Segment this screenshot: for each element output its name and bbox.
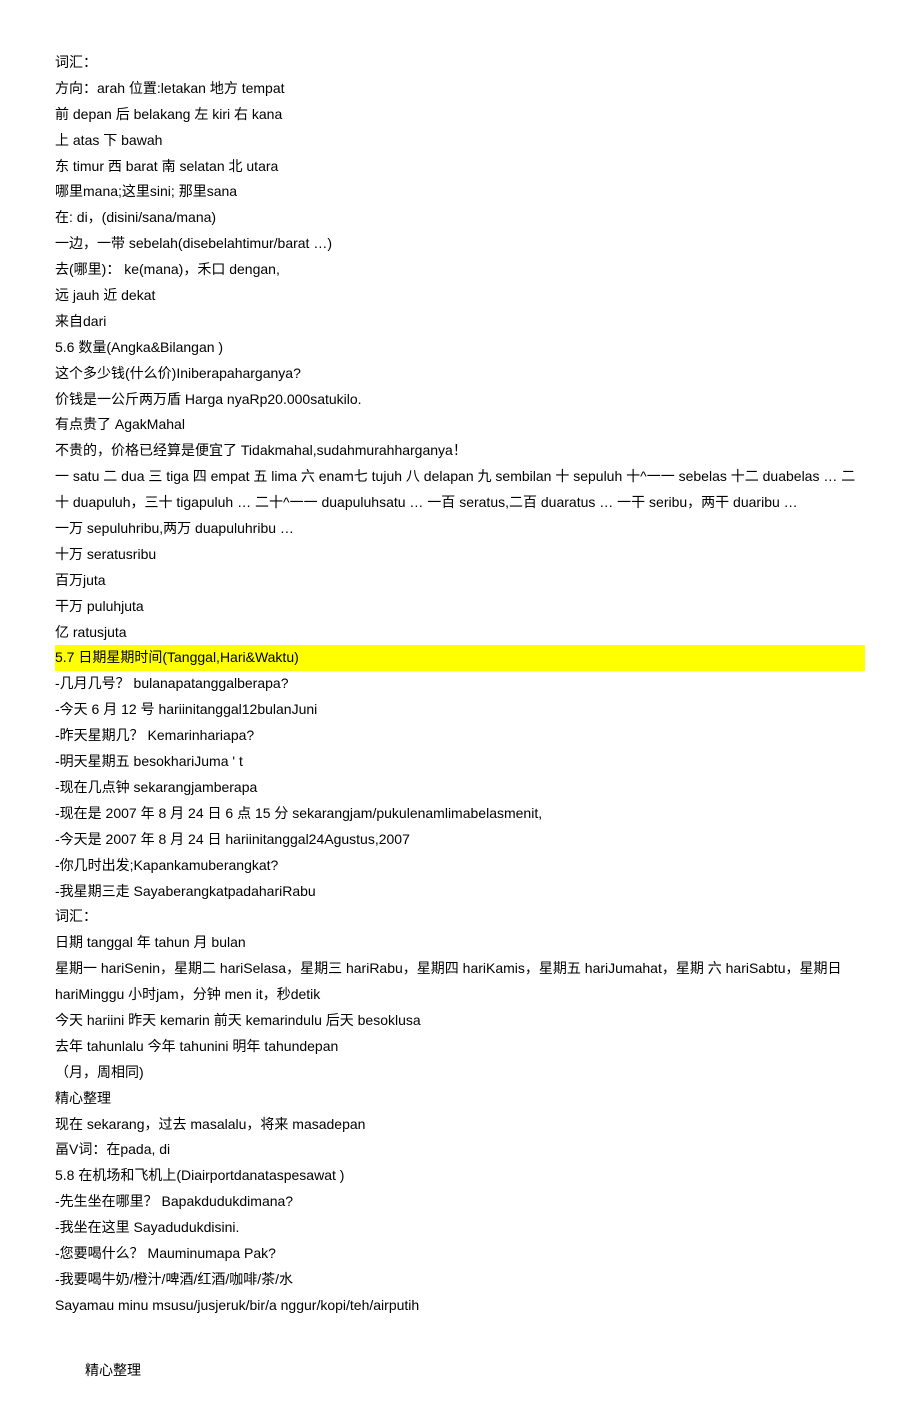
text-line: 上 atas 下 bawah	[55, 128, 865, 154]
text-line: 星期一 hariSenin，星期二 hariSelasa，星期三 hariRab…	[55, 956, 865, 1008]
text-line: -您要喝什么？ Mauminumapa Pak?	[55, 1241, 865, 1267]
text-line: 来自dari	[55, 309, 865, 335]
text-line: -现在几点钟 sekarangjamberapa	[55, 775, 865, 801]
text-line: 远 jauh 近 dekat	[55, 283, 865, 309]
text-line: 日期 tanggal 年 tahun 月 bulan	[55, 930, 865, 956]
text-line: 有点贵了 AgakMahal	[55, 412, 865, 438]
text-line: 去(哪里)： ke(mana)，禾口 dengan,	[55, 257, 865, 283]
text-line: 5.8 在机场和飞机上(Diairportdanataspesawat )	[55, 1163, 865, 1189]
text-line: -先生坐在哪里？ Bapakdudukdimana?	[55, 1189, 865, 1215]
text-line: 去年 tahunlalu 今年 tahunini 明年 tahundepan	[55, 1034, 865, 1060]
text-line: 前 depan 后 belakang 左 kiri 右 kana	[55, 102, 865, 128]
text-line: 不贵的，价格已经算是便宜了 Tidakmahal,sudahmurahharga…	[55, 438, 865, 464]
footer-text: 精心整理	[85, 1359, 865, 1385]
text-line: 现在 sekarang，过去 masalalu，将来 masadepan	[55, 1112, 865, 1138]
text-line: -几月几号？ bulanapatanggalberapa?	[55, 671, 865, 697]
text-line: -我星期三走 SayaberangkatpadahariRabu	[55, 879, 865, 905]
text-line: 词汇：	[55, 904, 865, 930]
text-line: Sayamau minu msusu/jusjeruk/bir/a nggur/…	[55, 1293, 865, 1319]
text-line: -现在是 2007 年 8 月 24 日 6 点 15 分 sekarangja…	[55, 801, 865, 827]
text-line: 亿 ratusjuta	[55, 620, 865, 646]
text-line: 一万 sepuluhribu,两万 duapuluhribu …	[55, 516, 865, 542]
text-line: -今天是 2007 年 8 月 24 日 hariinitanggal24Agu…	[55, 827, 865, 853]
text-line: -明天星期五 besokhariJuma ' t	[55, 749, 865, 775]
document-body: 词汇：方向：arah 位置:letakan 地方 tempat前 depan 后…	[55, 50, 865, 1319]
text-line: 词汇：	[55, 50, 865, 76]
text-line: 今天 hariini 昨天 kemarin 前天 kemarindulu 后天 …	[55, 1008, 865, 1034]
text-line: 精心整理	[55, 1086, 865, 1112]
text-line: （月，周相同)	[55, 1060, 865, 1086]
text-line: 5.6 数量(Angka&Bilangan )	[55, 335, 865, 361]
text-line: 东 timur 西 barat 南 selatan 北 utara	[55, 154, 865, 180]
text-line: 一 satu 二 dua 三 tiga 四 empat 五 lima 六 ena…	[55, 464, 865, 516]
text-line: 这个多少钱(什么价)Iniberapaharganya?	[55, 361, 865, 387]
text-line: 在: di，(disini/sana/mana)	[55, 205, 865, 231]
text-line: 哪里mana;这里sini; 那里sana	[55, 179, 865, 205]
text-line: -我坐在这里 Sayadudukdisini.	[55, 1215, 865, 1241]
text-line: 畐V词：在pada, di	[55, 1137, 865, 1163]
text-line: 十万 seratusribu	[55, 542, 865, 568]
text-line: 方向：arah 位置:letakan 地方 tempat	[55, 76, 865, 102]
text-line: -你几时出发;Kapankamuberangkat?	[55, 853, 865, 879]
text-line: -我要喝牛奶/橙汁/啤酒/红酒/咖啡/茶/水	[55, 1267, 865, 1293]
text-line: -今天 6 月 12 号 hariinitanggal12bulanJuni	[55, 697, 865, 723]
text-line: 百万juta	[55, 568, 865, 594]
text-line: 干万 puluhjuta	[55, 594, 865, 620]
text-line: -昨天星期几？ Kemarinhariapa?	[55, 723, 865, 749]
text-line: 一边，一带 sebelah(disebelahtimur/barat …)	[55, 231, 865, 257]
highlighted-line: 5.7 日期星期时间(Tanggal,Hari&Waktu)	[55, 645, 865, 671]
text-line: 价钱是一公斤两万盾 Harga nyaRp20.000satukilo.	[55, 387, 865, 413]
